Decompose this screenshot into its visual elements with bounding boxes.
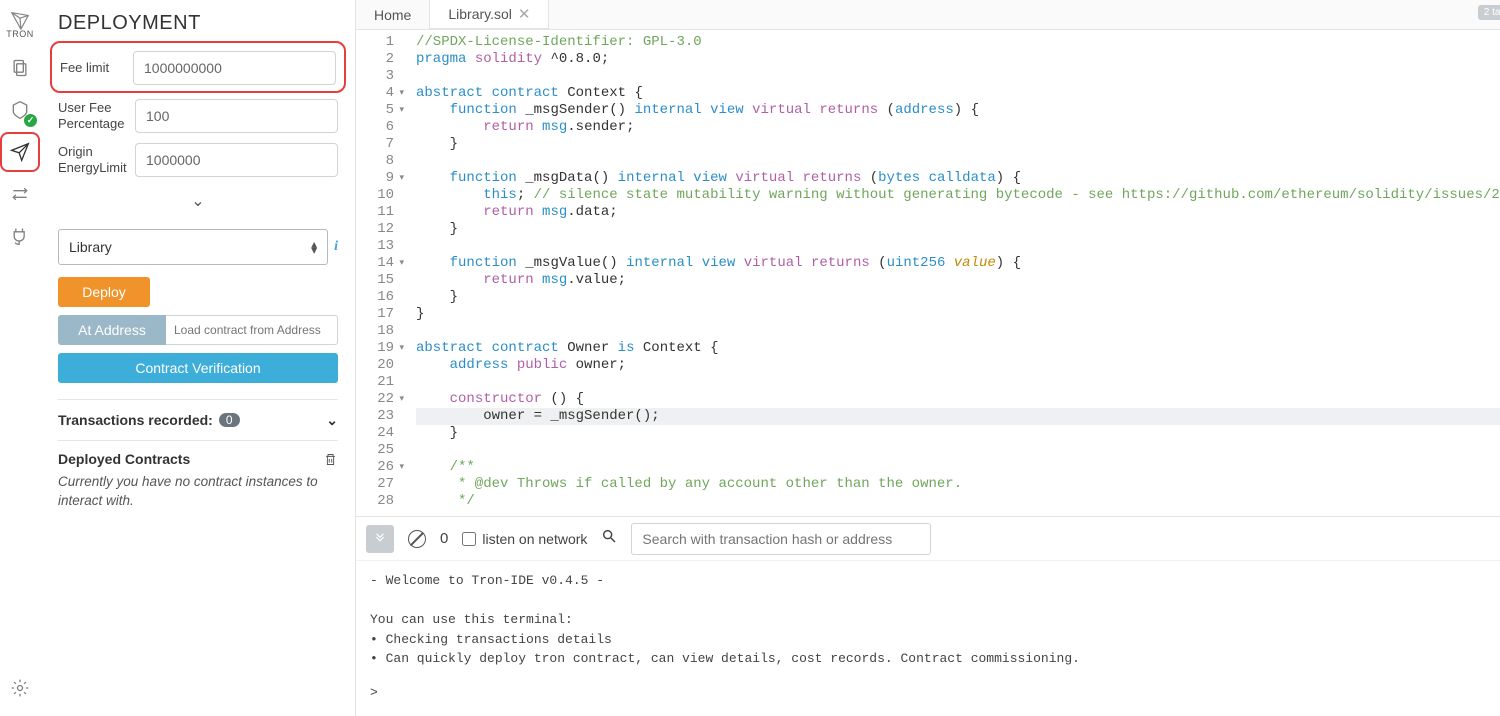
terminal-collapse-button[interactable] <box>366 525 394 553</box>
chevron-down-icon: ⌄ <box>326 412 338 429</box>
code-editor[interactable]: 1234567891011121314151617181920212223242… <box>356 30 1500 516</box>
compiler-icon[interactable] <box>0 90 40 130</box>
tab-count-badge[interactable]: 2 tabs <box>1478 5 1500 20</box>
user-fee-label: User FeePercentage <box>58 100 135 133</box>
select-caret-icon: ▴▾ <box>311 241 317 253</box>
no-instance-text: Currently you have no contract instances… <box>58 473 338 511</box>
tron-logo: TRON <box>0 4 40 44</box>
tab-bar: Home Library.sol ✕ 2 tabs <box>356 0 1500 30</box>
contract-select[interactable]: Library ▴▾ <box>58 229 328 265</box>
origin-energy-label: OriginEnergyLimit <box>58 144 135 177</box>
search-icon[interactable] <box>601 528 617 549</box>
settings-icon[interactable] <box>0 668 40 708</box>
clear-terminal-icon[interactable] <box>408 530 426 548</box>
pending-count: 0 <box>440 530 448 547</box>
tx-count-badge: 0 <box>219 413 240 427</box>
terminal-toolbar: 0 listen on network <box>356 517 1500 561</box>
terminal-search-input[interactable] <box>631 523 931 555</box>
transactions-recorded-toggle[interactable]: Transactions recorded: 0 ⌄ <box>58 399 338 428</box>
panel-title: DEPLOYMENT <box>58 12 338 35</box>
icon-rail: TRON <box>0 0 40 716</box>
terminal-panel: 0 listen on network - Welcome to Tron-ID… <box>356 516 1500 716</box>
deploy-icon[interactable] <box>0 132 40 172</box>
listen-network-checkbox[interactable]: listen on network <box>462 531 587 547</box>
fee-limit-label: Fee limit <box>60 60 133 76</box>
plugin-icon[interactable] <box>0 216 40 256</box>
deployed-contracts-header: Deployed Contracts <box>58 451 190 467</box>
transactions-icon[interactable] <box>0 174 40 214</box>
user-fee-input[interactable] <box>135 99 338 133</box>
deploy-button[interactable]: Deploy <box>58 277 150 307</box>
trash-icon[interactable] <box>323 452 338 467</box>
origin-energy-input[interactable] <box>135 143 338 177</box>
at-address-input[interactable] <box>166 315 338 345</box>
files-icon[interactable] <box>0 48 40 88</box>
terminal-body[interactable]: - Welcome to Tron-IDE v0.4.5 - You can u… <box>356 561 1500 716</box>
fee-limit-input[interactable] <box>133 51 336 85</box>
check-badge-icon <box>24 114 37 127</box>
contract-verification-button[interactable]: Contract Verification <box>58 353 338 383</box>
contract-select-value: Library <box>69 239 112 255</box>
info-icon[interactable]: i <box>334 239 338 255</box>
fee-limit-highlight: Fee limit <box>50 41 346 93</box>
deployment-panel: DEPLOYMENT Fee limit User FeePercentage … <box>40 0 355 716</box>
code-body[interactable]: //SPDX-License-Identifier: GPL-3.0pragma… <box>402 30 1500 516</box>
at-address-button[interactable]: At Address <box>58 315 166 345</box>
line-gutter: 1234567891011121314151617181920212223242… <box>356 30 402 516</box>
logo-text: TRON <box>6 29 34 39</box>
tab-home[interactable]: Home <box>356 0 430 29</box>
expand-more-icon[interactable]: ⌄ <box>58 191 338 211</box>
close-tab-icon[interactable]: ✕ <box>518 5 531 23</box>
main-area: Home Library.sol ✕ 2 tabs 12345678910111… <box>355 0 1500 716</box>
tab-library-sol[interactable]: Library.sol ✕ <box>430 0 549 30</box>
